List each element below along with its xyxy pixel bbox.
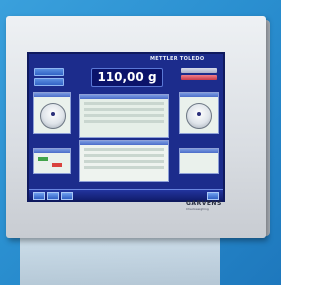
scale-icon (40, 103, 66, 129)
panel-header (180, 93, 218, 97)
scale-icon (186, 103, 212, 129)
logo-subtitle: Checkweighing (186, 207, 209, 211)
data-row (84, 160, 164, 163)
weight-display: 110,00 g (91, 68, 163, 87)
data-row (84, 166, 164, 169)
panel-header (34, 93, 70, 97)
monitor-stand (20, 236, 220, 285)
toolbar-button[interactable] (207, 192, 219, 200)
values-panel (79, 140, 169, 182)
statistics-panel (79, 94, 169, 138)
toolbar-button[interactable] (47, 192, 59, 200)
alarm-button[interactable] (181, 75, 217, 80)
panel-header (80, 95, 168, 99)
status-error-indicator (52, 163, 62, 167)
data-row (84, 120, 164, 123)
bottom-toolbar (29, 189, 223, 200)
photo-scene: 110,00 g METTLER TOLEDO GARVENS Checkwei… (0, 0, 281, 285)
control-button[interactable] (34, 78, 64, 86)
panel-header (180, 149, 218, 153)
data-row (84, 148, 164, 151)
status-panel-right (179, 148, 219, 174)
menu-button[interactable] (181, 68, 217, 73)
garvens-logo: GARVENS (186, 200, 222, 207)
data-row (84, 114, 164, 117)
left-scale-panel[interactable] (33, 92, 71, 134)
data-row (84, 108, 164, 111)
data-row (84, 154, 164, 157)
touch-screen: 110,00 g (27, 52, 225, 202)
left-control-buttons (34, 68, 64, 88)
panel-header (80, 141, 168, 145)
panel-header (34, 149, 70, 153)
data-row (84, 102, 164, 105)
right-control-buttons (181, 68, 217, 82)
right-scale-panel[interactable] (179, 92, 219, 134)
toolbar-button[interactable] (61, 192, 73, 200)
brand-label: METTLER TOLEDO (150, 56, 205, 62)
toolbar-button[interactable] (33, 192, 45, 200)
status-panel-left (33, 148, 71, 174)
status-ok-indicator (38, 157, 48, 161)
control-button[interactable] (34, 68, 64, 76)
